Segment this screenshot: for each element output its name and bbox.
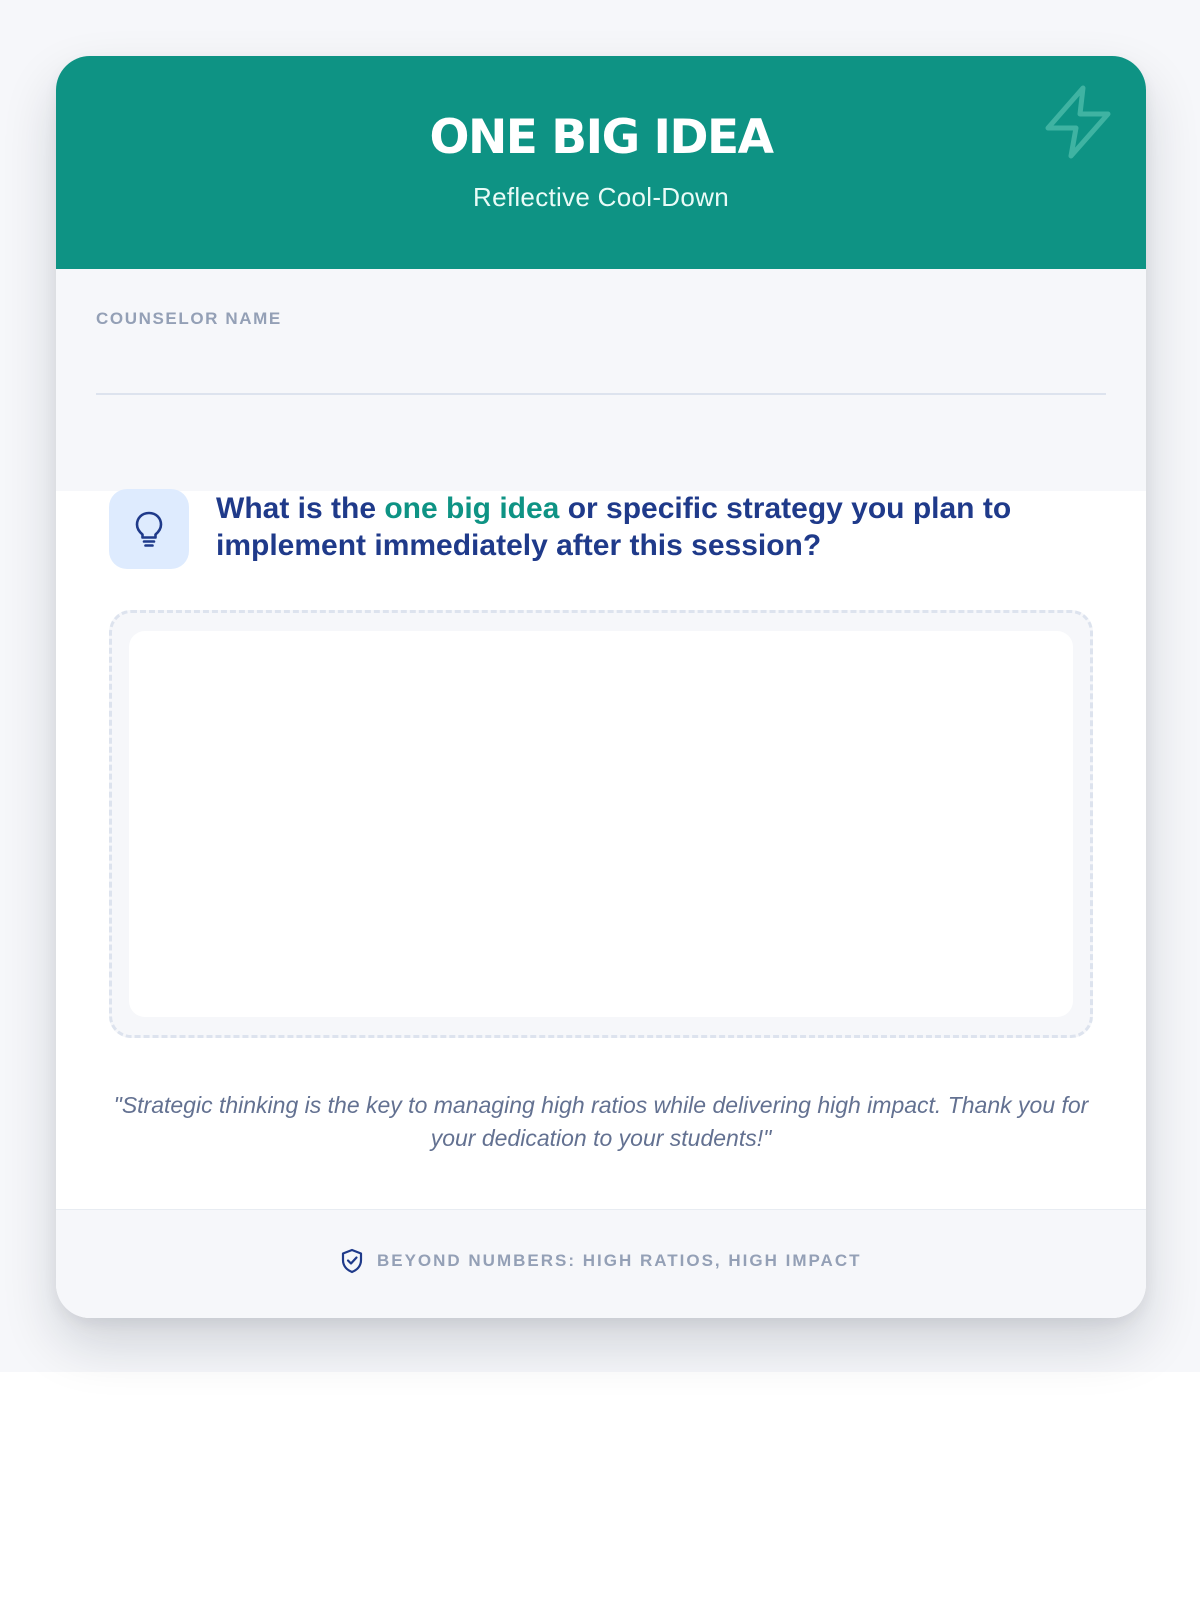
counselor-name-input[interactable] — [96, 335, 1106, 395]
reflection-card: ONE BIG IDEA Reflective Cool-Down COUNSE… — [56, 56, 1146, 1318]
question-highlight: one big idea — [384, 492, 560, 525]
question-prompt: What is the one big idea or specific str… — [216, 490, 1096, 564]
counselor-name-label: COUNSELOR NAME — [96, 309, 282, 328]
shield-check-icon — [341, 1248, 362, 1274]
card-header: ONE BIG IDEA Reflective Cool-Down — [56, 56, 1146, 269]
lightbulb-icon — [135, 511, 163, 547]
closing-quote: "Strategic thinking is the key to managi… — [113, 1092, 1089, 1151]
card-footer: BEYOND NUMBERS: HIGH RATIOS, HIGH IMPACT — [56, 1209, 1146, 1318]
footer-content: BEYOND NUMBERS: HIGH RATIOS, HIGH IMPACT — [56, 1248, 1146, 1274]
question-icon-tile — [109, 489, 189, 569]
answer-textarea[interactable] — [129, 631, 1073, 1017]
counselor-name-section: COUNSELOR NAME — [56, 269, 1146, 491]
question-text-start: What is the — [216, 492, 385, 525]
page-subtitle: Reflective Cool-Down — [473, 182, 729, 212]
page-title: ONE BIG IDEA — [429, 110, 775, 165]
answer-frame — [109, 610, 1093, 1038]
footer-text: BEYOND NUMBERS: HIGH RATIOS, HIGH IMPACT — [376, 1251, 862, 1270]
lightning-bolt-icon — [1045, 85, 1111, 159]
